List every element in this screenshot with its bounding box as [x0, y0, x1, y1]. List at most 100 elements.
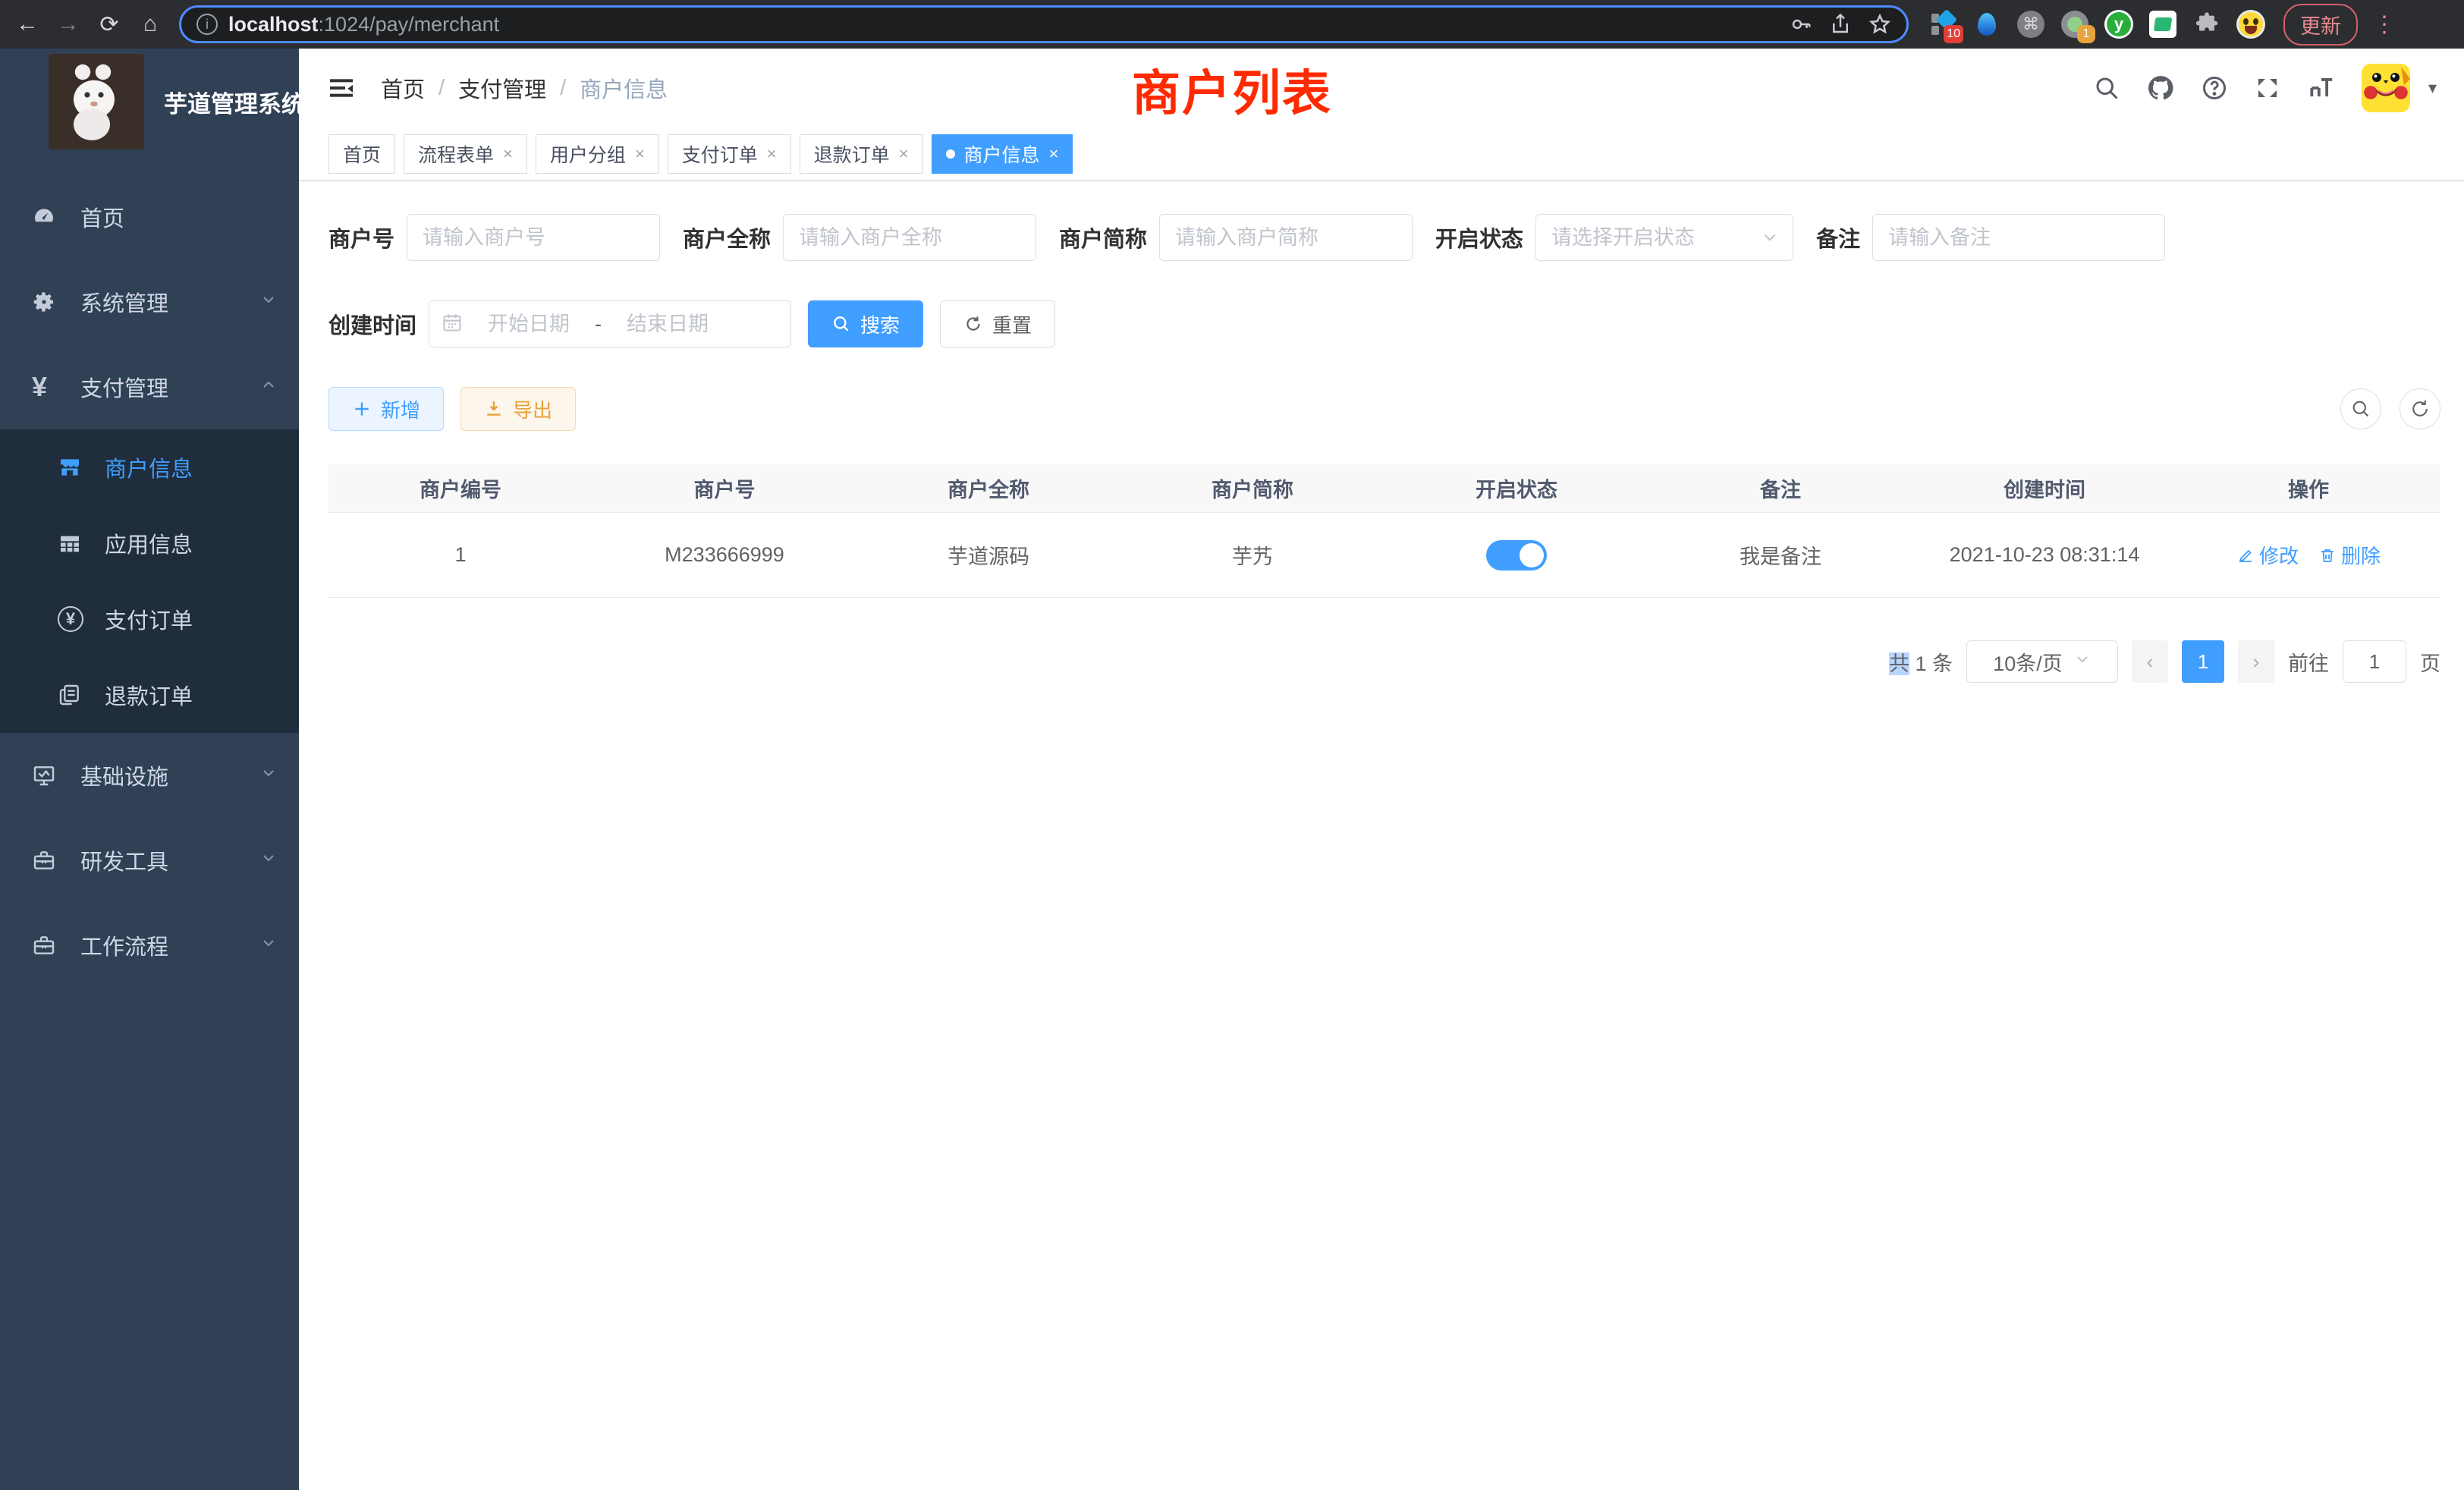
fullscreen-icon[interactable] — [2254, 74, 2281, 102]
extension-emoji-icon[interactable] — [2236, 10, 2265, 39]
app-title: 芋道管理系统 — [164, 85, 305, 119]
short-name-input[interactable] — [1159, 214, 1413, 261]
extension-y-icon[interactable]: y — [2104, 10, 2133, 39]
page-size-select[interactable]: 10条/页 — [1966, 640, 2118, 683]
close-icon[interactable]: × — [899, 144, 909, 164]
site-info-icon[interactable]: i — [196, 14, 218, 35]
pagination: 共 1 条 10条/页 ‹ 1 › 前往 页 — [328, 640, 2440, 683]
font-size-icon[interactable] — [2307, 74, 2336, 102]
yen-circle-icon: ¥ — [58, 606, 105, 632]
breadcrumb-pay[interactable]: 支付管理 — [458, 72, 546, 104]
avatar-caret-icon[interactable]: ▾ — [2428, 78, 2437, 98]
total-count: 共 1 条 — [1889, 647, 1953, 677]
sidebar-item-dev-tools[interactable]: 研发工具 — [0, 818, 299, 903]
url-text[interactable]: localhost:1024/pay/merchant — [228, 13, 1779, 36]
github-icon[interactable] — [2146, 74, 2175, 102]
tab-refund-order[interactable]: 退款订单× — [800, 134, 923, 174]
sidebar-item-pay[interactable]: ¥ 支付管理 — [0, 344, 299, 429]
share-icon[interactable] — [1829, 13, 1852, 36]
extension-grid-icon[interactable]: 10 — [1928, 10, 1957, 39]
browser-toolbar: ← → ⟳ ⌂ i localhost:1024/pay/merchant 10… — [0, 0, 2464, 49]
sidebar-item-pay-order[interactable]: ¥ 支付订单 — [0, 581, 299, 657]
sidebar-collapse-icon[interactable] — [326, 73, 357, 103]
cell-merchant-no: M233666999 — [592, 543, 856, 567]
page-content: 商户号 商户全称 商户简称 开启状态 备注 创建时间 — [299, 181, 2464, 1490]
prev-page-button[interactable]: ‹ — [2132, 640, 2168, 683]
close-icon[interactable]: × — [1049, 144, 1059, 164]
extension-badge: 1 — [2077, 25, 2095, 43]
url-path: :1024/pay/merchant — [319, 13, 500, 36]
date-range-picker[interactable]: - — [429, 300, 791, 347]
remark-label: 备注 — [1816, 222, 1860, 253]
reload-icon[interactable]: ⟳ — [93, 8, 126, 41]
browser-update-button[interactable]: 更新 — [2283, 4, 2358, 46]
extensions-puzzle-icon[interactable] — [2192, 10, 2221, 39]
remark-input[interactable] — [1872, 214, 2165, 261]
full-name-input[interactable] — [783, 214, 1036, 261]
browser-menu-icon[interactable]: ⋮ — [2373, 11, 2396, 38]
edit-link[interactable]: 修改 — [2236, 541, 2299, 569]
next-page-button[interactable]: › — [2238, 640, 2274, 683]
sidebar-item-app-info[interactable]: 应用信息 — [0, 505, 299, 581]
breadcrumb-home[interactable]: 首页 — [381, 72, 425, 104]
merchant-no-label: 商户号 — [328, 222, 394, 253]
add-button[interactable]: 新增 — [328, 387, 444, 431]
close-icon[interactable]: × — [767, 144, 777, 164]
goto-page-input[interactable] — [2343, 640, 2406, 683]
password-key-icon[interactable] — [1790, 13, 1812, 36]
help-icon[interactable] — [2201, 74, 2228, 102]
cell-actions: 修改 删除 — [2176, 541, 2440, 569]
toggle-search-button[interactable] — [2340, 388, 2381, 429]
close-icon[interactable]: × — [635, 144, 645, 164]
page-number-active[interactable]: 1 — [2182, 640, 2224, 683]
sidebar-item-workflow[interactable]: 工作流程 — [0, 903, 299, 988]
merchant-table: 商户编号 商户号 商户全称 商户简称 开启状态 备注 创建时间 操作 1 M23… — [328, 464, 2440, 598]
forward-icon[interactable]: → — [52, 8, 85, 41]
page-annotation: 商户列表 — [1132, 55, 1332, 124]
sidebar-item-system[interactable]: 系统管理 — [0, 259, 299, 344]
breadcrumb-current: 商户信息 — [580, 72, 668, 104]
tab-pay-order[interactable]: 支付订单× — [668, 134, 791, 174]
column-header: 创建时间 — [1912, 473, 2176, 503]
status-select-input[interactable] — [1535, 214, 1793, 261]
extension-dot-icon[interactable]: 1 — [2060, 10, 2089, 39]
back-icon[interactable]: ← — [11, 8, 44, 41]
end-date-input[interactable] — [611, 313, 724, 336]
date-range-separator: - — [595, 313, 602, 336]
sidebar-item-infra[interactable]: 基础设施 — [0, 733, 299, 818]
tab-home[interactable]: 首页 — [328, 134, 395, 174]
delete-link[interactable]: 删除 — [2318, 541, 2381, 569]
merchant-no-input[interactable] — [407, 214, 660, 261]
address-bar[interactable]: i localhost:1024/pay/merchant — [179, 5, 1909, 43]
tab-merchant-info[interactable]: 商户信息× — [932, 134, 1073, 174]
sidebar-item-merchant-info[interactable]: 商户信息 — [0, 429, 299, 505]
sidebar-item-refund-order[interactable]: 退款订单 — [0, 657, 299, 733]
sidebar-item-home[interactable]: 首页 — [0, 174, 299, 259]
briefcase-icon — [32, 933, 80, 957]
start-date-input[interactable] — [472, 313, 586, 336]
header-search-icon[interactable] — [2093, 74, 2120, 102]
export-button[interactable]: 导出 — [460, 387, 576, 431]
tab-process-form[interactable]: 流程表单× — [404, 134, 527, 174]
reset-button[interactable]: 重置 — [940, 300, 1055, 347]
avatar[interactable] — [2362, 64, 2410, 112]
table-header-row: 商户编号 商户号 商户全称 商户简称 开启状态 备注 创建时间 操作 — [328, 464, 2440, 513]
extension-chat-icon[interactable] — [2148, 10, 2177, 39]
sidebar-logo[interactable]: 芋道管理系统 — [0, 61, 299, 143]
column-header: 商户全称 — [856, 473, 1120, 503]
refresh-button[interactable] — [2400, 388, 2440, 429]
status-select[interactable] — [1535, 214, 1793, 261]
cell-remark: 我是备注 — [1648, 540, 1912, 570]
cell-merchant-id: 1 — [328, 543, 592, 567]
breadcrumb: 首页 / 支付管理 / 商户信息 — [381, 72, 668, 104]
tab-user-group[interactable]: 用户分组× — [536, 134, 659, 174]
bookmark-star-icon[interactable] — [1868, 13, 1891, 36]
home-icon[interactable]: ⌂ — [134, 8, 167, 41]
screen: ← → ⟳ ⌂ i localhost:1024/pay/merchant 10… — [0, 0, 2464, 1490]
extension-command-icon[interactable]: ⌘ — [2016, 10, 2045, 39]
extension-pin-icon[interactable] — [1972, 10, 2001, 39]
search-button[interactable]: 搜索 — [808, 300, 923, 347]
dashboard-icon — [32, 205, 80, 229]
close-icon[interactable]: × — [503, 144, 513, 164]
status-toggle[interactable] — [1486, 540, 1547, 571]
